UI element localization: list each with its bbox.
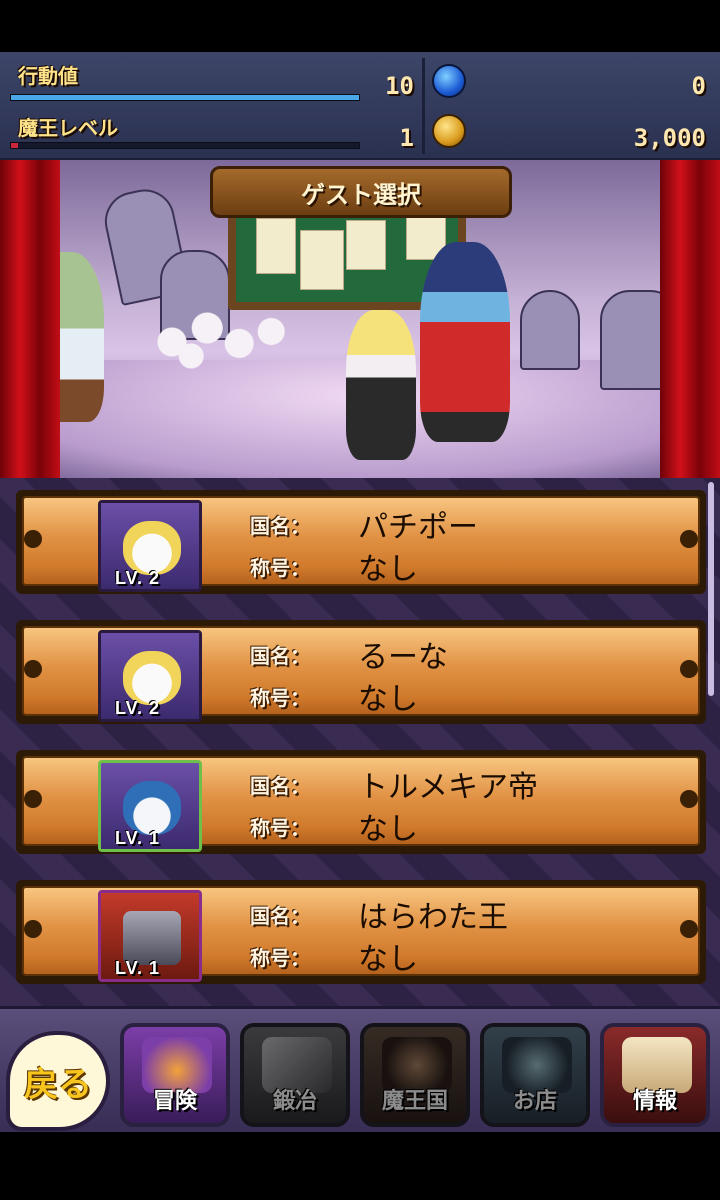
skull-pile [140, 300, 300, 370]
devil-girl-character [346, 310, 416, 460]
rivet-icon [24, 920, 42, 938]
guest-select-title-plate: ゲスト選択 [210, 166, 512, 218]
nav-forge-label: 鍛冶 [272, 1089, 317, 1114]
nav-info-label: 情報 [632, 1089, 677, 1114]
rivet-icon [680, 790, 698, 808]
cannon-wagon-art [123, 911, 181, 965]
devil-girl-face [123, 521, 181, 575]
title-label: 称号： [250, 816, 310, 840]
guest-row[interactable]: LV. 1 国名： トルメキア帝 称号： なし [16, 750, 706, 854]
back-button-label: 戻る [24, 1064, 92, 1105]
jiangshi-character [420, 242, 510, 442]
devil-girl-avatar: LV. 2 [98, 500, 202, 592]
rivet-icon [24, 790, 42, 808]
back-button[interactable]: 戻る [6, 1031, 110, 1131]
country-label: 国名： [250, 774, 310, 798]
rivet-icon [680, 530, 698, 548]
action-points-bar [10, 94, 360, 101]
curtain-right [660, 160, 720, 478]
nav-shop-label: お店 [512, 1089, 557, 1114]
country-label: 国名： [250, 514, 310, 538]
list-scrollbar[interactable] [708, 482, 714, 696]
level-progress-bar-fill [11, 143, 18, 148]
guest-row[interactable]: LV. 2 国名： パチポー 称号： なし [16, 490, 706, 594]
country-name: トルメキア帝 [358, 770, 538, 805]
country-name: はらわた王 [358, 900, 508, 935]
nav-info-button[interactable]: 情報 [600, 1023, 710, 1127]
country-label: 国名： [250, 904, 310, 928]
gravestone [520, 290, 580, 370]
status-panel: 行動値 10 魔王レベル 1 0 3,000 [0, 52, 720, 160]
guest-level: LV. 2 [115, 568, 161, 588]
guest-scene: ゲスト選択 [0, 160, 720, 478]
wanted-poster [300, 230, 344, 290]
cannon-wagon-avatar: LV. 1 [98, 890, 202, 982]
board-paper [256, 218, 296, 274]
guest-level: LV. 2 [115, 698, 161, 718]
guest-row[interactable]: LV. 2 国名： るーな 称号： なし [16, 620, 706, 724]
rivet-icon [680, 660, 698, 678]
rivet-icon [680, 920, 698, 938]
curtain-left [0, 160, 60, 478]
title-label: 称号： [250, 686, 310, 710]
status-divider [422, 58, 425, 154]
goggles-ghost-avatar: LV. 1 [98, 760, 202, 852]
action-points-label: 行動値 [18, 64, 78, 88]
country-name: パチポー [358, 510, 478, 545]
guest-select-title: ゲスト選択 [301, 180, 421, 209]
nav-forge-button[interactable]: 鍛冶 [240, 1023, 350, 1127]
devil-girl-avatar: LV. 2 [98, 630, 202, 722]
guest-title: なし [358, 552, 418, 587]
country-label: 国名： [250, 644, 310, 668]
nav-adventure-label: 冒険 [152, 1089, 197, 1114]
guest-level: LV. 1 [115, 958, 161, 978]
guest-row[interactable]: LV. 1 国名： はらわた王 称号： なし [16, 880, 706, 984]
nav-demon-kingdom-button[interactable]: 魔王国 [360, 1023, 470, 1127]
guest-title: なし [358, 682, 418, 717]
goggles-ghost-face [123, 781, 181, 835]
country-name: るーな [358, 640, 448, 675]
guest-list[interactable]: LV. 2 国名： パチポー 称号： なし LV. 2 国名： るーな 称号： … [0, 478, 720, 1006]
nav-demon-kingdom-label: 魔王国 [381, 1089, 448, 1114]
gem-icon [432, 64, 466, 98]
coin-count: 3,000 [633, 124, 706, 152]
rivet-icon [24, 530, 42, 548]
rivet-icon [24, 660, 42, 678]
guest-title: なし [358, 942, 418, 977]
board-paper [346, 220, 386, 270]
nav-adventure-button[interactable]: 冒険 [120, 1023, 230, 1127]
nav-shop-button[interactable]: お店 [480, 1023, 590, 1127]
guest-level: LV. 1 [115, 828, 161, 848]
title-label: 称号： [250, 556, 310, 580]
devil-girl-face [123, 651, 181, 705]
action-points-bar-fill [11, 95, 359, 100]
title-label: 称号： [250, 946, 310, 970]
level-progress-bar [10, 142, 360, 149]
coin-icon [432, 114, 466, 148]
bottom-nav: 戻る 冒険 鍛冶 魔王国 お店 情報 [0, 1006, 720, 1132]
top-black-bar [0, 0, 720, 52]
bottom-black-bar [0, 1132, 720, 1200]
guest-title: なし [358, 812, 418, 847]
gem-count: 0 [691, 72, 706, 100]
demon-lord-level-label: 魔王レベル [18, 116, 118, 140]
